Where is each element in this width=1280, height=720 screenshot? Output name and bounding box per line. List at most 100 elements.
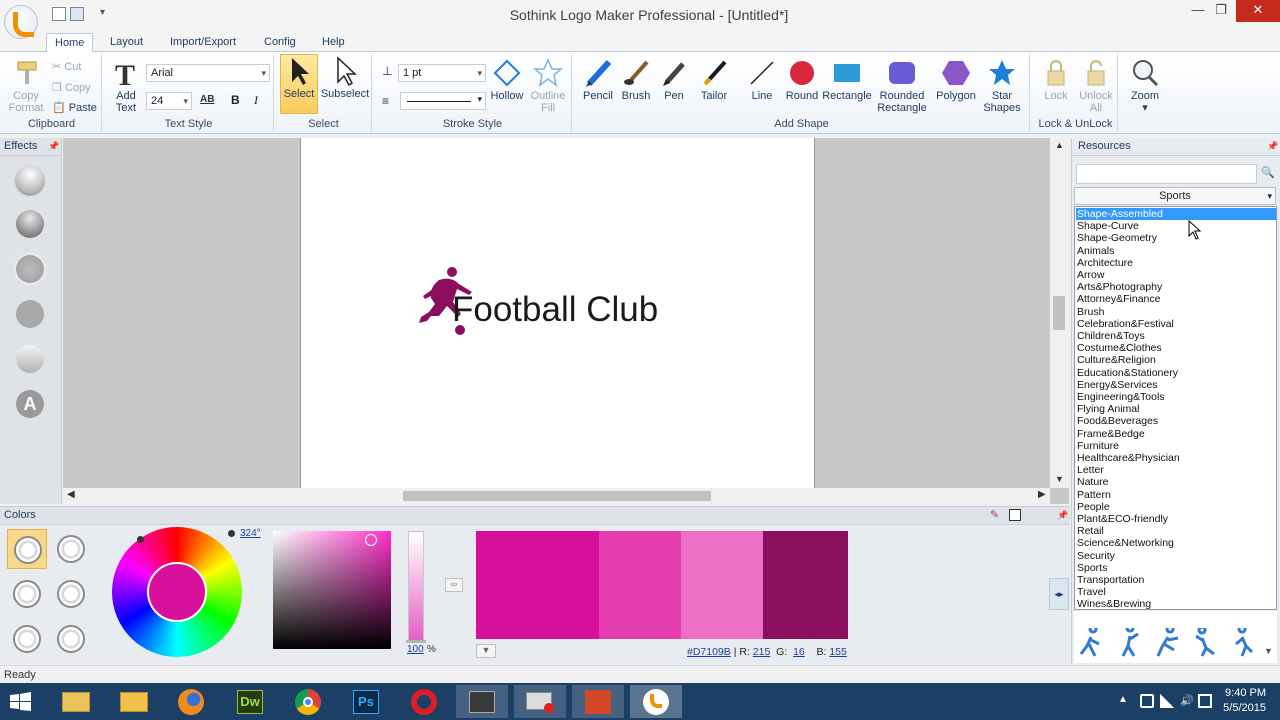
rounded-rectangle-button[interactable]: Rounded Rectangle — [874, 58, 930, 114]
dropdown-item[interactable]: Science&Networking — [1076, 537, 1276, 549]
dropdown-item[interactable]: Frame&Bedge — [1076, 428, 1276, 440]
dropdown-item[interactable]: Plant&ECO-friendly — [1076, 513, 1276, 525]
taskbar-clock[interactable]: 9:40 PM 5/5/2015 — [1223, 686, 1266, 716]
effects-pin-icon[interactable]: 📌 — [48, 141, 59, 152]
dropdown-item[interactable]: Letter — [1076, 464, 1276, 476]
alpha-slider-handle[interactable] — [406, 640, 426, 643]
dropdown-item[interactable]: Nature — [1076, 476, 1276, 488]
select-button[interactable]: Select — [280, 56, 318, 100]
fill-mode-conic-button[interactable] — [7, 619, 47, 659]
outline-fill-button[interactable]: Outline Fill — [528, 58, 568, 114]
resources-pin-icon[interactable]: 📌 — [1267, 141, 1278, 152]
expand-panel-icon[interactable]: ◂▸ — [1049, 578, 1069, 610]
dropdown-item[interactable]: Flying Animal — [1076, 403, 1276, 415]
taskbar-chrome-icon[interactable] — [282, 685, 334, 718]
fill-mode-radial-button[interactable] — [7, 574, 47, 614]
tab-layout[interactable]: Layout — [102, 33, 151, 53]
dropdown-item[interactable]: Celebration&Festival — [1076, 318, 1276, 330]
sv-picker-handle[interactable] — [365, 534, 377, 546]
dropdown-item[interactable]: Arts&Photography — [1076, 281, 1276, 293]
dropdown-item[interactable]: Shape-Assembled — [1076, 208, 1276, 220]
round-button[interactable]: Round — [782, 58, 822, 102]
sports-figure-icon[interactable] — [1190, 628, 1220, 658]
dropdown-item[interactable]: Children&Toys — [1076, 330, 1276, 342]
artboard[interactable]: Football Club — [300, 138, 815, 488]
dropdown-item[interactable]: Security — [1076, 550, 1276, 562]
subselect-button[interactable]: Subselect — [320, 56, 370, 100]
effect-flat-button[interactable] — [16, 300, 44, 328]
hex-value[interactable]: #D7109B — [687, 646, 731, 658]
dropdown-item[interactable]: Attorney&Finance — [1076, 293, 1276, 305]
dropdown-item[interactable]: Education&Stationery — [1076, 367, 1276, 379]
dropdown-item[interactable]: Arrow — [1076, 269, 1276, 281]
tab-home[interactable]: Home — [46, 33, 94, 53]
italic-button[interactable]: I — [254, 93, 258, 108]
dropdown-item[interactable]: Engineering&Tools — [1076, 391, 1276, 403]
star-shapes-button[interactable]: Star Shapes — [980, 58, 1024, 114]
copy-format-button[interactable]: Copy Format — [8, 58, 44, 114]
paste-button[interactable]: 📋 Paste — [52, 101, 97, 114]
bold-button[interactable]: B — [231, 93, 240, 107]
dropdown-item[interactable]: Culture&Religion — [1076, 354, 1276, 366]
close-button[interactable]: ✕ — [1236, 0, 1280, 22]
hue-value[interactable]: 324° — [240, 528, 261, 539]
tray-chevron-icon[interactable]: ▲ — [1118, 694, 1132, 708]
horizontal-scroll-thumb[interactable] — [403, 491, 711, 501]
canvas-area[interactable]: Football Club — [63, 138, 1069, 504]
saturation-value-box[interactable] — [273, 531, 391, 649]
eyedropper-icon[interactable]: ✎ — [990, 508, 999, 521]
tailor-button[interactable]: Tailor — [696, 58, 732, 102]
sports-figure-icon[interactable] — [1115, 628, 1145, 658]
dropdown-item[interactable]: Shape-Curve — [1076, 220, 1276, 232]
dropdown-item[interactable]: Furniture — [1076, 440, 1276, 452]
font-family-select[interactable]: Arial — [146, 64, 270, 82]
dropdown-item[interactable]: People — [1076, 501, 1276, 513]
copy-button[interactable]: ❐ Copy — [52, 81, 91, 94]
rectangle-button[interactable]: Rectangle — [822, 58, 872, 102]
fill-mode-linear-button[interactable] — [51, 529, 91, 569]
app-logo-button[interactable] — [4, 5, 38, 39]
restore-button[interactable]: ❐ — [1205, 0, 1237, 22]
alpha-slider[interactable] — [408, 531, 424, 641]
dropdown-item[interactable]: Brush — [1076, 306, 1276, 318]
dropdown-item[interactable]: Costume&Clothes — [1076, 342, 1276, 354]
effect-gradient-button[interactable] — [16, 345, 44, 373]
taskbar-logo-maker-icon[interactable] — [630, 685, 682, 718]
lock-button[interactable]: Lock — [1038, 58, 1074, 102]
taskbar-photoshop-icon[interactable]: Ps — [340, 685, 392, 718]
hue-wheel-handle[interactable] — [137, 536, 144, 543]
unlock-all-button[interactable]: Unlock All — [1076, 58, 1116, 114]
sports-figure-icon[interactable] — [1152, 628, 1182, 658]
dropdown-item[interactable]: Sports — [1076, 562, 1276, 574]
effect-bevel-button[interactable] — [16, 210, 44, 238]
pen-button[interactable]: Pen — [656, 58, 692, 102]
tab-config[interactable]: Config — [256, 33, 304, 53]
taskbar-explorer-icon[interactable] — [50, 685, 102, 718]
vertical-scroll-thumb[interactable] — [1053, 296, 1065, 330]
hollow-button[interactable]: Hollow — [488, 58, 526, 102]
line-button[interactable]: Line — [744, 58, 780, 102]
tray-network-icon[interactable] — [1160, 694, 1174, 708]
windows-start-icon[interactable] — [10, 692, 32, 712]
dropdown-item[interactable]: Energy&Services — [1076, 379, 1276, 391]
dropdown-item[interactable]: Travel — [1076, 586, 1276, 598]
effect-shadow-button[interactable] — [16, 166, 44, 194]
sports-figure-icon[interactable] — [1077, 628, 1107, 658]
swatch-menu-icon[interactable]: ▼ — [476, 644, 496, 658]
logo-text[interactable]: Football Club — [452, 290, 658, 330]
effect-text-button[interactable]: A — [16, 390, 44, 418]
green-value[interactable]: 16 — [793, 646, 805, 658]
char-spacing-button[interactable]: AB — [200, 94, 214, 105]
font-size-select[interactable]: 24 — [146, 92, 192, 110]
thumbnail-scroll-down-icon[interactable]: ▼ — [1264, 646, 1273, 656]
taskbar-video-editor-icon[interactable] — [456, 685, 508, 718]
tray-keyboard-icon[interactable] — [1198, 694, 1212, 708]
alpha-value[interactable]: 100 — [407, 644, 424, 655]
sports-figure-icon[interactable] — [1228, 628, 1258, 658]
blue-value[interactable]: 155 — [829, 646, 847, 658]
resources-category-dropdown[interactable]: Shape-Assembled Shape-Curve Shape-Geometry… — [1074, 206, 1277, 610]
fill-mode-focal-button[interactable] — [51, 574, 91, 614]
search-icon[interactable]: 🔍 — [1261, 166, 1275, 179]
resources-search-input[interactable] — [1076, 164, 1257, 184]
swatch-3[interactable] — [763, 531, 848, 639]
